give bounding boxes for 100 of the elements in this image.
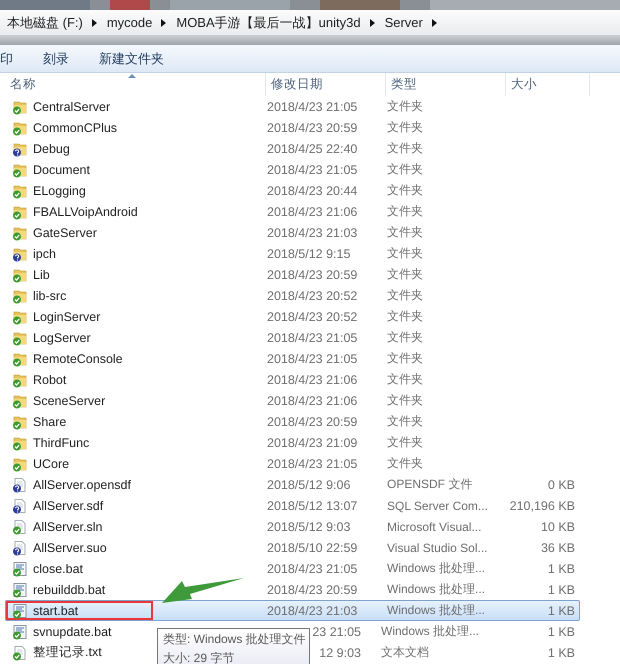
date-text: 2018/4/23 20:52 <box>267 288 358 302</box>
date-text: 2018/4/23 21:06 <box>267 372 358 386</box>
file-name: SceneServer <box>33 394 106 408</box>
size-text: 1 KB <box>546 562 576 576</box>
file-name: ELogging <box>33 184 86 198</box>
toolbar-button[interactable]: 新建文件夹 <box>87 48 176 70</box>
chevron-icon[interactable] <box>92 18 98 26</box>
file-name: FBALLVoipAndroid <box>33 204 138 218</box>
toolbar-button[interactable]: 印 <box>0 48 25 70</box>
file-name: Robot <box>33 372 66 386</box>
file-name: ThirdFunc <box>33 436 90 450</box>
file-name: close.bat <box>33 562 84 576</box>
tooltip-text: 类型: Windows 批处理文件 <box>163 631 304 648</box>
size-text: 36 KB <box>540 540 576 554</box>
file-name: Lib <box>33 268 50 282</box>
type-text: Windows 批处理... <box>381 623 480 640</box>
type-text: 文件夹 <box>387 203 424 220</box>
type-text: 文本文档 <box>381 644 430 661</box>
file-name: Share <box>33 414 66 428</box>
date-text: 2018/5/10 22:59 <box>267 540 358 554</box>
file-name: LogServer <box>33 330 91 344</box>
type-text: Windows 批处理... <box>387 602 486 619</box>
type-text: 文件夹 <box>387 287 424 304</box>
size-text: 1 KB <box>546 646 576 660</box>
date-text: 2018/4/23 21:06 <box>267 204 358 218</box>
chevron-icon[interactable] <box>161 18 168 26</box>
size-text: 210,196 KB <box>508 498 576 512</box>
date-text: 2018/4/25 22:40 <box>267 142 358 156</box>
toolbar-button[interactable]: 刻录 <box>31 48 81 70</box>
date-text: 2018/4/23 20:44 <box>267 184 358 198</box>
file-name: CentralServer <box>33 100 110 114</box>
date-text: 23 21:05 <box>311 624 361 638</box>
file-name: 整理记录.txt <box>33 644 102 661</box>
type-text: 文件夹 <box>387 182 424 199</box>
type-text: 文件夹 <box>387 161 424 178</box>
type-text: OPENSDF 文件 <box>387 476 474 493</box>
date-text: 2018/4/23 20:59 <box>267 582 358 596</box>
date-text: 2018/5/12 9:03 <box>267 520 352 534</box>
file-name: start.bat <box>33 604 78 618</box>
type-text: 文件夹 <box>387 224 424 241</box>
date-text: 2018/4/23 20:52 <box>267 310 358 324</box>
file-name: Document <box>33 162 90 176</box>
file-name: svnupdate.bat <box>33 624 112 638</box>
date-text: 2018/4/23 21:05 <box>267 100 358 114</box>
date-text: 2018/4/23 21:05 <box>267 162 358 176</box>
file-name: LoginServer <box>33 310 100 324</box>
sort-arrow-icon <box>128 74 136 78</box>
type-text: 文件夹 <box>387 266 424 283</box>
size-text: 0 KB <box>546 478 576 492</box>
type-text: 文件夹 <box>387 119 424 136</box>
date-text: 2018/5/12 9:15 <box>267 246 352 260</box>
date-text: 2018/4/23 20:59 <box>267 120 358 134</box>
date-text: 2018/5/12 9:06 <box>267 478 352 492</box>
type-text: 文件夹 <box>387 140 424 157</box>
breadcrumb-item[interactable]: Server <box>384 15 423 30</box>
file-name: AllServer.sln <box>33 520 102 534</box>
date-text: 2018/5/12 13:07 <box>267 498 358 512</box>
address-bar[interactable]: 本地磁盘 (F:) mycode MOBA手游【最后一战】unity3d Server <box>0 10 620 36</box>
column-header[interactable]: 修改日期 <box>266 73 386 96</box>
breadcrumb-item[interactable]: 本地磁盘 (F:) <box>7 14 83 32</box>
column-header[interactable]: 名称 <box>0 73 266 96</box>
file-name: rebuilddb.bat <box>33 582 106 596</box>
date-text: 12 9:03 <box>318 646 361 660</box>
date-text: 2018/4/23 21:06 <box>267 394 358 408</box>
chevron-icon[interactable] <box>432 18 438 26</box>
selected-row[interactable]: start.bat 2018/4/23 21:03 Windows 批处理... 1 KB <box>5 600 580 621</box>
date-text: 2018/4/23 21:05 <box>267 330 358 344</box>
file-name: CommonCPlus <box>33 120 118 134</box>
type-text: Windows 批处理... <box>387 560 486 577</box>
column-header[interactable]: 类型 <box>386 73 506 96</box>
type-text: 文件夹 <box>387 392 424 409</box>
breadcrumb-item[interactable]: mycode <box>106 15 152 30</box>
date-text: 2018/4/23 21:09 <box>267 436 358 450</box>
type-text: 文件夹 <box>387 434 424 451</box>
type-text: Windows 批处理... <box>387 581 486 598</box>
column-header[interactable]: 大小 <box>506 73 590 96</box>
file-name: AllServer.opensdf <box>33 478 131 492</box>
date-text: 2018/4/23 20:59 <box>267 268 358 282</box>
size-text: 1 KB <box>546 582 576 596</box>
file-name: ipch <box>33 246 56 260</box>
tooltip-text: 大小: 29 字节 <box>163 650 236 664</box>
file-name: GateServer <box>33 226 97 240</box>
date-text: 2018/4/23 21:05 <box>267 562 358 576</box>
type-text: 文件夹 <box>387 329 424 346</box>
chevron-icon[interactable] <box>370 18 376 26</box>
type-text: Microsoft Visual... <box>387 520 482 534</box>
type-text: Visual Studio Sol... <box>387 540 489 554</box>
date-text: 2018/4/23 21:03 <box>267 226 358 240</box>
type-text: 文件夹 <box>387 413 424 430</box>
date-text: 2018/4/23 21:05 <box>267 352 358 366</box>
file-name: AllServer.sdf <box>33 498 104 512</box>
file-name: AllServer.suo <box>33 540 107 554</box>
type-text: SQL Server Com... <box>387 498 489 512</box>
size-text: 1 KB <box>546 624 576 638</box>
type-text: 文件夹 <box>387 245 424 262</box>
type-text: 文件夹 <box>387 371 424 388</box>
file-name: UCore <box>33 456 70 470</box>
file-name: RemoteConsole <box>33 352 123 366</box>
breadcrumb-item[interactable]: MOBA手游【最后一战】unity3d <box>176 14 361 32</box>
type-text: 文件夹 <box>387 98 424 115</box>
